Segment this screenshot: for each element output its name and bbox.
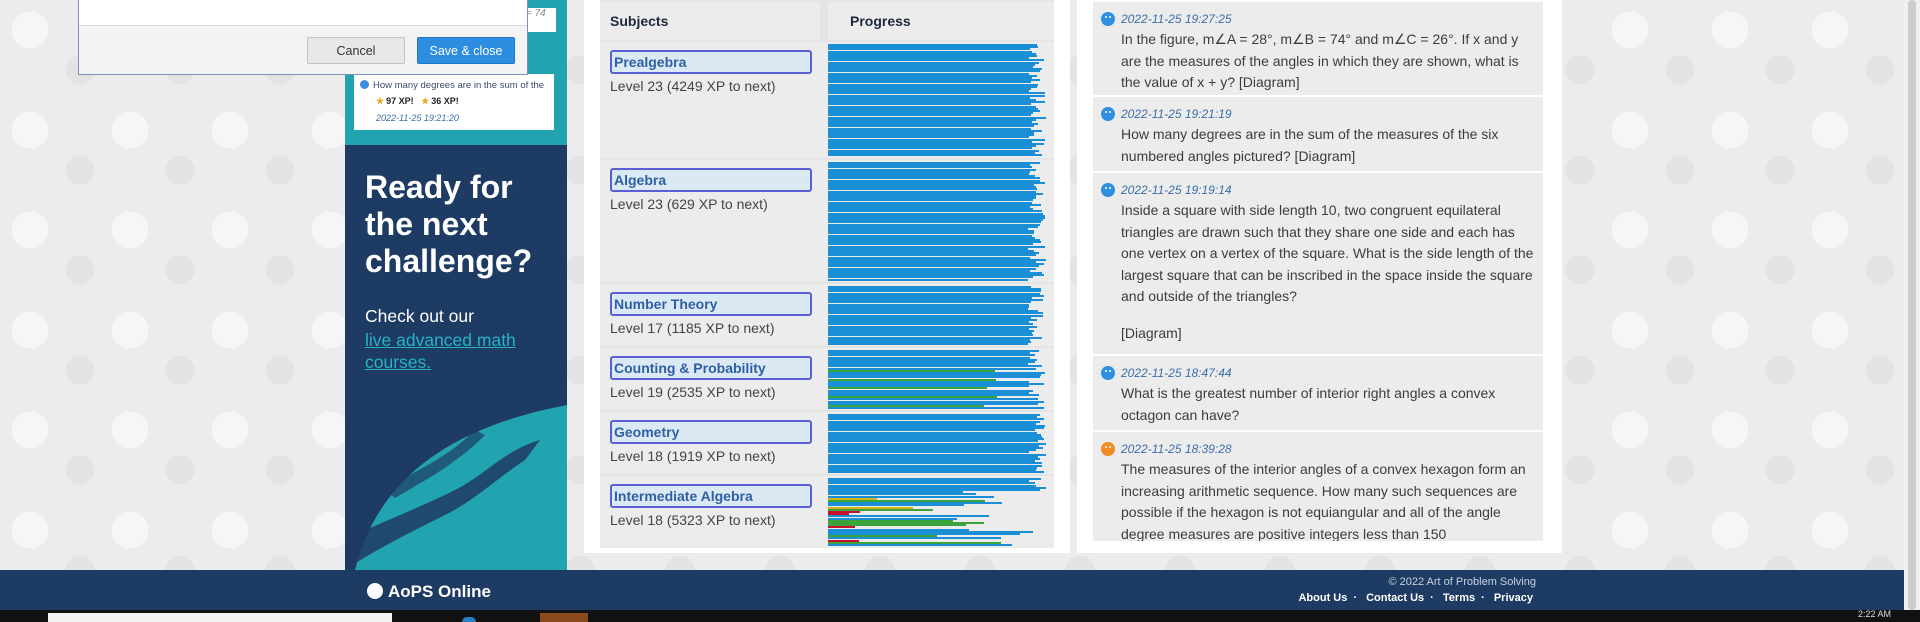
happy-face-icon [1101,107,1115,121]
table-row: Intermediate Algebra Level 18 (5323 XP t… [600,476,1054,548]
activity-date: 2022-11-25 18:47:44 [1121,366,1232,380]
progress-bars [828,162,1048,282]
table-row: Counting & Probability Level 19 (2535 XP… [600,348,1054,410]
activity-date: 2022-11-25 19:27:25 [1121,12,1232,26]
footer-link-privacy[interactable]: Privacy [1494,592,1533,604]
table-row: Geometry Level 18 (1919 XP to next) [600,412,1054,474]
progress-bar-line [828,407,1045,410]
subject-link[interactable]: Geometry [610,420,812,444]
subject-level: Level 23 (629 XP to next) [610,196,768,212]
aops-logo-icon [367,583,383,599]
activity-item[interactable]: 2022-11-25 19:21:19 How many degrees are… [1093,97,1543,171]
copyright: © 2022 Art of Problem Solving [1388,576,1536,588]
activity-list: 2022-11-25 19:27:25 In the figure, m∠A =… [1093,0,1543,541]
activity-text: In the figure, m∠A = 28°, m∠B = 74° and … [1121,31,1519,90]
subject-level: Level 17 (1185 XP to next) [610,320,775,336]
progress-bar-line [828,471,1044,474]
subject-level: Level 23 (4249 XP to next) [610,78,776,94]
progress-bar-line [828,343,1029,346]
subjects-header: Subjects [600,2,820,40]
vertical-scrollbar[interactable] [1904,0,1920,610]
progress-table: Subjects Progress Prealgebra Level 23 (4… [600,0,1054,548]
progress-panel: Subjects Progress Prealgebra Level 23 (4… [584,0,1070,553]
activity-date: 2022-11-25 19:19:14 [1121,183,1232,197]
scroll-thumb[interactable] [1908,0,1916,610]
progress-bars [828,350,1048,410]
activity-panel: 2022-11-25 19:27:25 In the figure, m∠A =… [1077,0,1562,553]
activity-text: Inside a square with side length 10, two… [1121,202,1534,304]
mini-date: 2022-11-25 19:21:20 [376,113,459,123]
happy-face-icon [1101,366,1115,380]
mini-activity-card[interactable]: How many degrees are in the sum of the ★… [354,74,554,130]
progress-header: Progress [828,2,1054,40]
activity-item[interactable]: 2022-11-25 18:39:28 The measures of the … [1093,432,1543,541]
subject-link[interactable]: Counting & Probability [610,356,812,380]
activity-text: What is the greatest number of interior … [1121,385,1496,423]
footer-link-contact[interactable]: Contact Us [1366,592,1424,604]
taskbar: 2:22 AM [0,609,1920,622]
footer-links: About Us · Contact Us · Terms · Privacy [1298,592,1533,604]
sad-face-icon [1101,442,1115,456]
promo-text: Check out our [365,306,474,326]
progress-bars [828,478,1048,548]
table-row: Prealgebra Level 23 (4249 XP to next) [600,42,1054,158]
save-close-button[interactable]: Save & close [417,37,515,64]
mini-xp: ★ 97 XP! ★ 36 XP! [376,96,459,106]
dialog-textarea[interactable] [79,0,527,26]
progress-bars [828,286,1048,346]
happy-face-icon [360,80,369,89]
happy-face-icon [1101,183,1115,197]
star-icon: ★ [376,96,385,106]
subject-link[interactable]: Intermediate Algebra [610,484,812,508]
taskbar-search[interactable] [48,613,392,622]
activity-item[interactable]: 2022-11-25 19:19:14 Inside a square with… [1093,173,1543,354]
subject-level: Level 18 (5323 XP to next) [610,512,776,528]
progress-bar-line [828,154,1042,156]
progress-bars [828,44,1048,158]
activity-item[interactable]: 2022-11-25 19:27:25 In the figure, m∠A =… [1093,2,1543,95]
taskbar-app-icon[interactable] [540,613,588,622]
footer-link-about[interactable]: About Us [1298,592,1347,604]
activity-date: 2022-11-25 19:21:19 [1121,107,1232,121]
footer-link-terms[interactable]: Terms [1443,592,1475,604]
table-row: Algebra Level 23 (629 XP to next) [600,160,1054,282]
behind-snippet: = 74 [526,8,556,32]
aops-logo[interactable]: AoPS Online [367,582,491,602]
globe-graphic [345,405,567,570]
activity-text: The measures of the interior angles of a… [1121,461,1526,541]
diagram-note: [Diagram] [1121,325,1182,341]
subject-link[interactable]: Number Theory [610,292,812,316]
activity-date: 2022-11-25 18:39:28 [1121,442,1232,456]
subject-level: Level 19 (2535 XP to next) [610,384,776,400]
courses-link[interactable]: live advanced math courses. [365,329,555,373]
subject-link[interactable]: Algebra [610,168,812,192]
dialog-footer: Cancel Save & close [79,26,527,74]
progress-bar-line [828,278,1029,281]
taskbar-clock: 2:22 AM [1857,609,1891,619]
promo-title: Ready for the next challenge? [365,169,533,279]
taskbar-app-icon[interactable] [462,617,476,622]
site-footer: AoPS Online © 2022 Art of Problem Solvin… [0,570,1920,610]
progress-bars [828,414,1048,474]
happy-face-icon [1101,12,1115,26]
star-icon: ★ [421,96,430,106]
promo-panel: Ready for the next challenge? Check out … [345,145,567,570]
cancel-button[interactable]: Cancel [307,37,405,64]
edit-dialog: Cancel Save & close [78,0,528,75]
subject-level: Level 18 (1919 XP to next) [610,448,776,464]
progress-bar-line [828,544,1012,546]
activity-text: How many degrees are in the sum of the m… [1121,126,1499,164]
mini-question: How many degrees are in the sum of the [360,80,554,91]
table-row: Number Theory Level 17 (1185 XP to next) [600,284,1054,346]
activity-item[interactable]: 2022-11-25 18:47:44 What is the greatest… [1093,356,1543,430]
subject-link[interactable]: Prealgebra [610,50,812,74]
